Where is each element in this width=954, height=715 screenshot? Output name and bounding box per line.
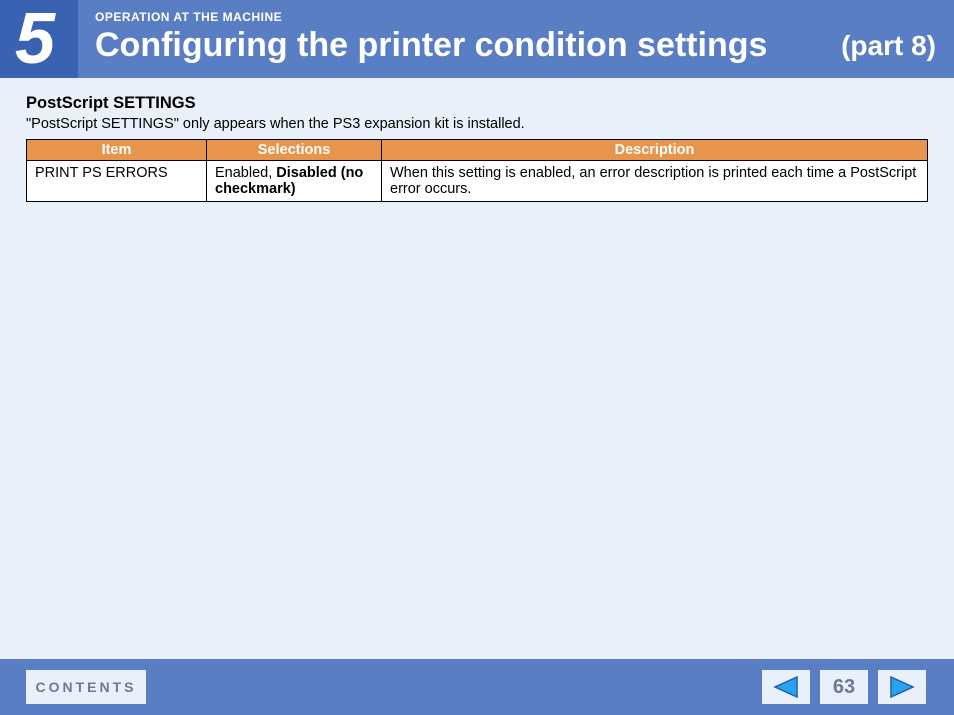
prev-page-button[interactable] (762, 670, 810, 704)
page-number: 63 (833, 676, 855, 699)
subheading: PostScript SETTINGS (26, 94, 928, 113)
cell-item: PRINT PS ERRORS (27, 161, 207, 202)
arrow-right-icon (887, 675, 917, 699)
chapter-number-box: 5 (0, 0, 78, 78)
part-label: (part 8) (841, 30, 936, 62)
settings-table: Item Selections Description PRINT PS ERR… (26, 139, 928, 202)
next-page-button[interactable] (878, 670, 926, 704)
section-label: OPERATION AT THE MACHINE (95, 10, 282, 24)
page-title: Configuring the printer condition settin… (95, 26, 767, 65)
page-number-box: 63 (820, 670, 868, 704)
arrow-left-icon (771, 675, 801, 699)
contents-label: CONTENTS (36, 679, 137, 695)
th-selections: Selections (207, 140, 382, 161)
selections-normal: Enabled, (215, 165, 276, 181)
note-text: "PostScript SETTINGS" only appears when … (26, 116, 928, 132)
th-item: Item (27, 140, 207, 161)
cell-selections: Enabled, Disabled (no checkmark) (207, 161, 382, 202)
table-row: PRINT PS ERRORS Enabled, Disabled (no ch… (27, 161, 928, 202)
body: PostScript SETTINGS "PostScript SETTINGS… (26, 94, 928, 202)
chapter-number: 5 (15, 3, 55, 75)
table-header-row: Item Selections Description (27, 140, 928, 161)
footer-bar: CONTENTS 63 (0, 659, 954, 715)
contents-button[interactable]: CONTENTS (26, 670, 146, 704)
page-header: 5 OPERATION AT THE MACHINE Configuring t… (0, 0, 954, 78)
cell-description: When this setting is enabled, an error d… (382, 161, 928, 202)
th-description: Description (382, 140, 928, 161)
